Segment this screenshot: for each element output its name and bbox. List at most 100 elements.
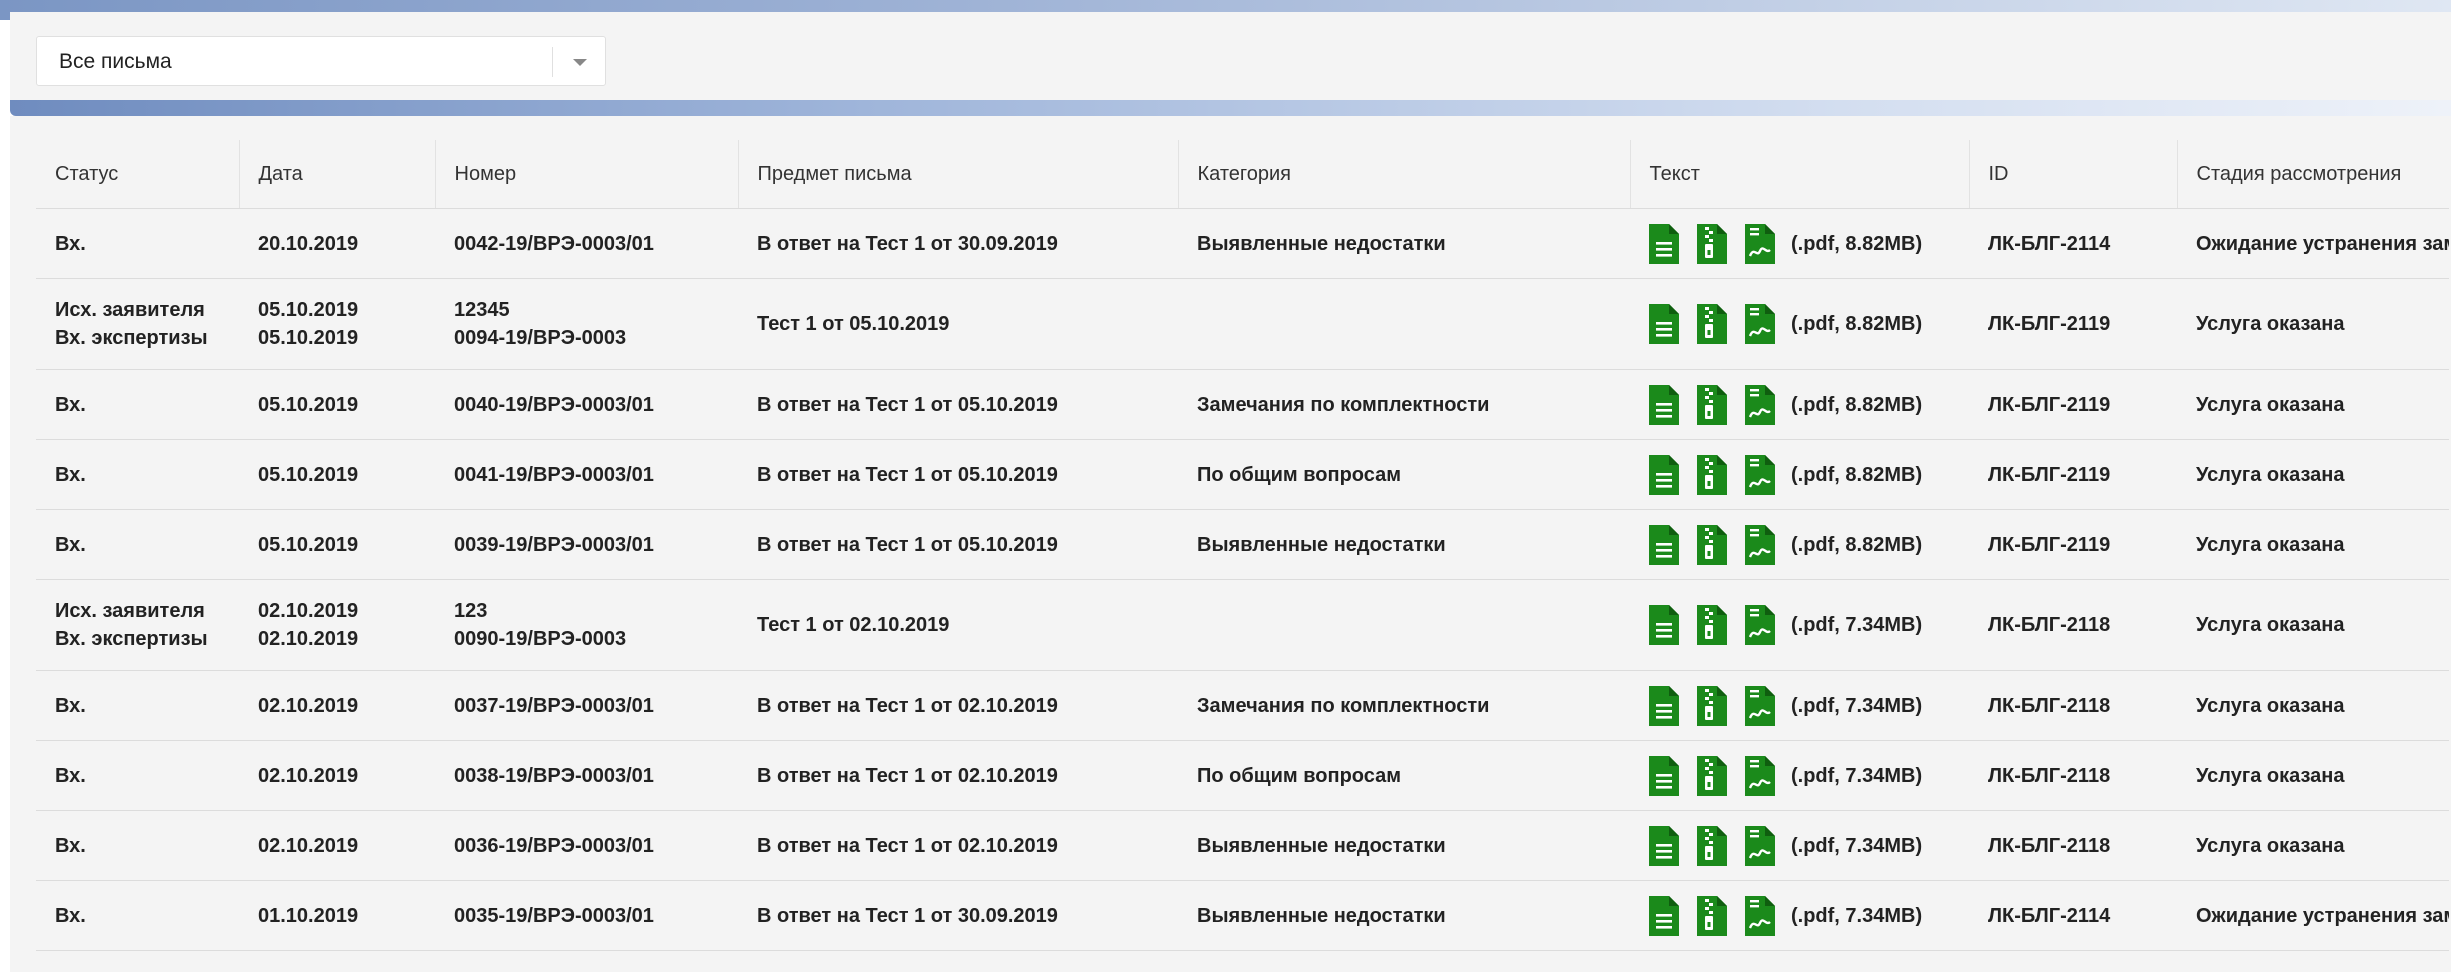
signature-icon[interactable] xyxy=(1745,825,1775,866)
signature-icon[interactable] xyxy=(1745,605,1775,645)
cell-status: Вх. xyxy=(36,509,239,580)
table-row[interactable]: Исх. заявителя Вх. экспертизы 02.10.2019 02… xyxy=(36,579,2449,671)
document-icon[interactable] xyxy=(1649,384,1679,425)
cell-status: Вх. xyxy=(36,810,239,881)
column-header-number[interactable]: Номер xyxy=(435,140,739,209)
cell-date-line: 01.10.2019 xyxy=(258,904,359,927)
table-row[interactable]: Вх. 01.10.2019 0035-19/ВРЭ-0003/01 В ответ … xyxy=(36,880,2449,951)
cell-date-line: 02.10.2019 xyxy=(258,628,359,650)
archive-icon[interactable] xyxy=(1697,524,1727,565)
document-icon[interactable] xyxy=(1649,825,1679,866)
archive-icon[interactable] xyxy=(1697,685,1727,726)
cell-id: ЛК-БЛГ-2119 xyxy=(1969,369,2177,440)
signature-icon[interactable] xyxy=(1745,524,1775,565)
filter-panel: Все письма xyxy=(10,12,2451,104)
section-divider xyxy=(10,100,2451,116)
select-separator xyxy=(552,47,553,77)
signature-icon[interactable] xyxy=(1745,384,1775,425)
document-icon[interactable] xyxy=(1649,524,1679,565)
column-header-category[interactable]: Категория xyxy=(1178,140,1631,209)
document-icon[interactable] xyxy=(1649,223,1679,264)
table-row[interactable]: Исх. заявителя Вх. экспертизы 05.10.2019 05… xyxy=(36,278,2449,370)
column-header-stage[interactable]: Стадия рассмотрения xyxy=(2177,140,2449,209)
file-size: (.pdf, 7.34MB) xyxy=(1791,614,1923,636)
cell-stage: Ожидание устранения замечаний xyxy=(2177,880,2449,951)
letters-filter-value: Все письма xyxy=(59,50,172,73)
table-row[interactable]: Вх. 05.10.2019 0039-19/ВРЭ-0003/01 В ответ … xyxy=(36,509,2449,580)
archive-icon[interactable] xyxy=(1697,454,1727,495)
table-row[interactable]: Вх. 02.10.2019 0037-19/ВРЭ-0003/01 В ответ … xyxy=(36,670,2449,741)
cell-date-line: 05.10.2019 xyxy=(258,463,359,486)
archive-icon[interactable] xyxy=(1697,304,1727,344)
archive-icon[interactable] xyxy=(1697,895,1727,936)
cell-category: Выявленные недостатки xyxy=(1178,880,1630,951)
archive-icon[interactable] xyxy=(1697,755,1727,796)
cell-number-line: 0042-19/ВРЭ-0003/01 xyxy=(454,232,654,255)
table-row[interactable]: Вх. 05.10.2019 0040-19/ВРЭ-0003/01 В ответ … xyxy=(36,369,2449,440)
file-icons xyxy=(1649,895,1775,936)
file-size: (.pdf, 7.34MB) xyxy=(1791,904,1923,927)
archive-icon[interactable] xyxy=(1697,384,1727,425)
file-icons xyxy=(1649,755,1775,796)
cell-date: 01.10.2019 xyxy=(239,880,435,951)
letters-table: Статус Дата Номер Предмет письма Категор… xyxy=(36,140,2449,951)
column-header-subject[interactable]: Предмет письма xyxy=(738,140,1179,209)
cell-number: 123 0090-19/ВРЭ-0003 xyxy=(435,579,738,671)
cell-category: По общим вопросам xyxy=(1178,740,1630,811)
document-icon[interactable] xyxy=(1649,755,1679,796)
letters-table-panel: Статус Дата Номер Предмет письма Категор… xyxy=(10,116,2451,972)
cell-date-line: 02.10.2019 xyxy=(258,600,359,622)
cell-category: Замечания по комплектности xyxy=(1178,670,1630,741)
file-size: (.pdf, 7.34MB) xyxy=(1791,834,1923,857)
cell-subject: В ответ на Тест 1 от 02.10.2019 xyxy=(738,670,1178,741)
archive-icon[interactable] xyxy=(1697,605,1727,645)
cell-text: (.pdf, 8.82MB) xyxy=(1630,439,1969,510)
cell-stage: Ожидание устранения замечаний xyxy=(2177,208,2449,279)
cell-status-line: Вх. xyxy=(55,904,86,927)
cell-number-line: 12345 xyxy=(454,299,510,321)
signature-icon[interactable] xyxy=(1745,304,1775,344)
table-row[interactable]: Вх. 02.10.2019 0036-19/ВРЭ-0003/01 В ответ … xyxy=(36,810,2449,881)
cell-stage: Услуга оказана xyxy=(2177,740,2449,811)
chevron-down-icon[interactable] xyxy=(573,59,587,66)
column-header-text[interactable]: Текст xyxy=(1630,140,1970,209)
cell-date: 02.10.2019 02.10.2019 xyxy=(239,579,435,671)
column-header-date[interactable]: Дата xyxy=(239,140,436,209)
cell-date-line: 20.10.2019 xyxy=(258,232,359,255)
cell-number-line: 0040-19/ВРЭ-0003/01 xyxy=(454,393,654,416)
document-icon[interactable] xyxy=(1649,685,1679,726)
archive-icon[interactable] xyxy=(1697,223,1727,264)
document-icon[interactable] xyxy=(1649,304,1679,344)
cell-number-line: 123 xyxy=(454,600,488,622)
signature-icon[interactable] xyxy=(1745,895,1775,936)
cell-status-line: Вх. xyxy=(55,463,86,486)
cell-date: 02.10.2019 xyxy=(239,740,435,811)
document-icon[interactable] xyxy=(1649,605,1679,645)
file-icons xyxy=(1649,304,1775,344)
table-row[interactable]: Вх. 02.10.2019 0038-19/ВРЭ-0003/01 В ответ … xyxy=(36,740,2449,811)
signature-icon[interactable] xyxy=(1745,755,1775,796)
cell-category xyxy=(1178,278,1630,370)
column-header-status[interactable]: Статус xyxy=(36,140,240,209)
file-size: (.pdf, 7.34MB) xyxy=(1791,694,1923,717)
cell-subject: В ответ на Тест 1 от 02.10.2019 xyxy=(738,740,1178,811)
document-icon[interactable] xyxy=(1649,895,1679,936)
letters-filter-select[interactable]: Все письма xyxy=(36,36,606,86)
cell-id: ЛК-БЛГ-2118 xyxy=(1969,670,2177,741)
cell-number-line: 0035-19/ВРЭ-0003/01 xyxy=(454,904,654,927)
table-row[interactable]: Вх. 20.10.2019 0042-19/ВРЭ-0003/01 В ответ … xyxy=(36,208,2449,279)
signature-icon[interactable] xyxy=(1745,685,1775,726)
cell-stage: Услуга оказана xyxy=(2177,369,2449,440)
signature-icon[interactable] xyxy=(1745,454,1775,495)
cell-date-line: 05.10.2019 xyxy=(258,393,359,416)
cell-id: ЛК-БЛГ-2114 xyxy=(1969,880,2177,951)
table-row[interactable]: Вх. 05.10.2019 0041-19/ВРЭ-0003/01 В ответ … xyxy=(36,439,2449,510)
cell-stage: Услуга оказана xyxy=(2177,579,2449,671)
document-icon[interactable] xyxy=(1649,454,1679,495)
signature-icon[interactable] xyxy=(1745,223,1775,264)
column-header-id[interactable]: ID xyxy=(1969,140,2178,209)
archive-icon[interactable] xyxy=(1697,825,1727,866)
cell-subject: В ответ на Тест 1 от 05.10.2019 xyxy=(738,509,1178,580)
cell-status: Вх. xyxy=(36,369,239,440)
cell-status-line: Исх. заявителя xyxy=(55,299,205,321)
